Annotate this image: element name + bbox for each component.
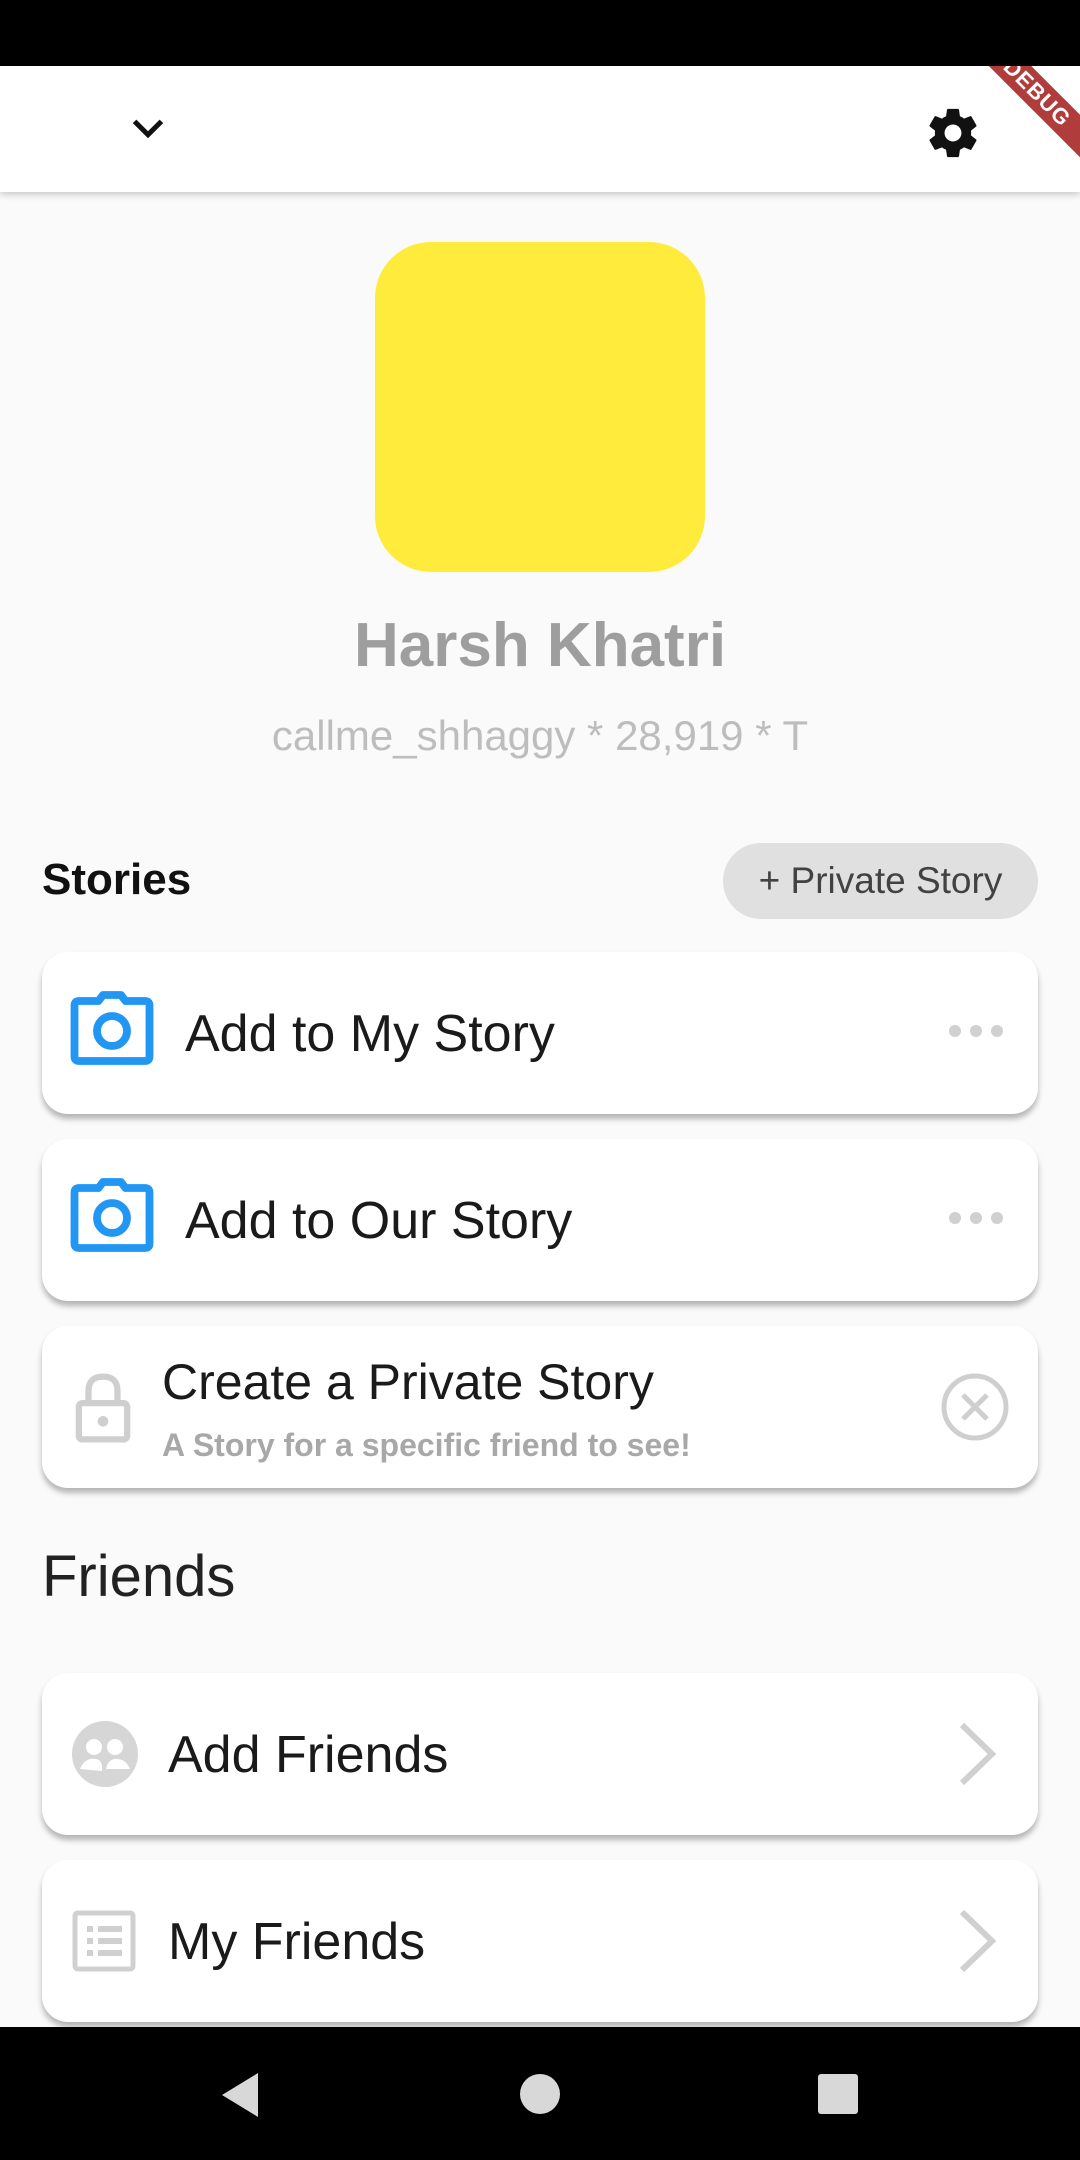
- more-horizontal-icon[interactable]: [947, 1209, 1005, 1227]
- card-title: Create a Private Story: [162, 1354, 654, 1410]
- private-story-button[interactable]: + Private Story: [723, 843, 1038, 919]
- stories-heading: Stories: [42, 855, 192, 904]
- card-title: Add to Our Story: [185, 1192, 573, 1250]
- recents-icon[interactable]: [817, 2073, 859, 2115]
- lock-icon: [75, 1373, 131, 1443]
- close-circle-icon[interactable]: [940, 1372, 1010, 1442]
- profile-subtitle: callme_shhaggy * 28,919 * T: [271, 712, 809, 759]
- friends-list-icon: [72, 1910, 136, 1972]
- card-description: A Story for a specific friend to see!: [162, 1427, 691, 1463]
- status-bar: [0, 0, 1080, 66]
- add-friends-card[interactable]: Add Friends: [42, 1673, 1038, 1835]
- my-friends-card[interactable]: My Friends: [42, 1860, 1038, 2022]
- card-title: Add Friends: [168, 1726, 449, 1784]
- camera-icon: [70, 991, 154, 1065]
- more-horizontal-icon[interactable]: [947, 1022, 1005, 1040]
- add-to-our-story-card[interactable]: Add to Our Story: [42, 1139, 1038, 1301]
- chevron-right-icon[interactable]: [954, 1721, 998, 1787]
- add-to-my-story-card[interactable]: Add to My Story: [42, 952, 1038, 1114]
- back-icon[interactable]: [218, 2071, 262, 2119]
- card-title: My Friends: [168, 1913, 426, 1971]
- gear-icon[interactable]: [924, 104, 982, 162]
- camera-icon: [70, 1178, 154, 1252]
- friends-heading: Friends: [42, 1544, 236, 1609]
- card-title: Add to My Story: [185, 1005, 555, 1063]
- home-icon[interactable]: [519, 2073, 561, 2115]
- chevron-down-icon[interactable]: [125, 106, 171, 152]
- avatar[interactable]: [375, 242, 705, 572]
- add-friends-icon: [72, 1721, 138, 1787]
- app-bar: DEBUG: [0, 66, 1080, 192]
- system-nav-bar: [0, 2027, 1080, 2160]
- profile-name: Harsh Khatri: [353, 611, 727, 680]
- create-private-story-card[interactable]: Create a Private Story A Story for a spe…: [42, 1326, 1038, 1488]
- chevron-right-icon[interactable]: [954, 1908, 998, 1974]
